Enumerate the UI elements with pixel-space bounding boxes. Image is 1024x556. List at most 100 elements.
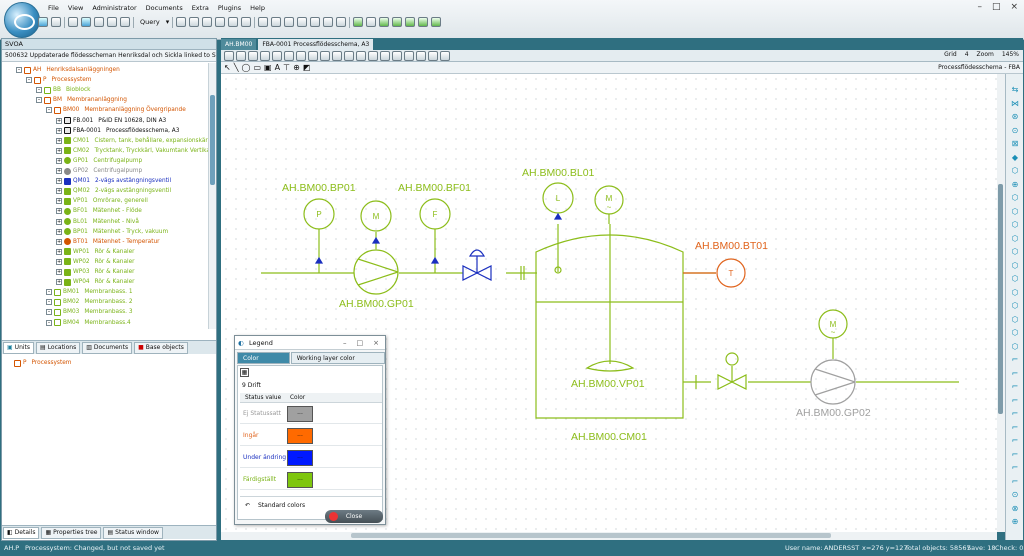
expand-toggle-icon[interactable]: + — [56, 127, 62, 134]
tag-bp01[interactable]: AH.BM00.BP01 — [282, 182, 356, 194]
expand-toggle-icon[interactable]: – — [46, 309, 52, 316]
palette-symbol-icon[interactable]: ⬡ — [1010, 248, 1020, 256]
palette-symbol-icon[interactable]: ⌐ — [1010, 383, 1020, 391]
expand-toggle-icon[interactable]: + — [56, 248, 62, 255]
expand-toggle-icon[interactable]: – — [46, 107, 52, 114]
tree-item[interactable]: + WP03 Rör & Kanaler — [56, 267, 135, 277]
tag-bt01[interactable]: AH.BM00.BT01 — [695, 240, 768, 252]
sync-icon[interactable] — [431, 17, 442, 27]
maximize-dialog-button[interactable]: □ — [357, 336, 364, 350]
canvas-horizontal-scrollbar[interactable] — [221, 532, 997, 540]
app-logo[interactable] — [4, 2, 40, 38]
tree-item[interactable]: – BM04 Membranbass.4 — [46, 318, 131, 328]
back-icon[interactable] — [38, 17, 48, 27]
report-icon[interactable] — [336, 17, 347, 27]
expand-toggle-icon[interactable]: – — [36, 97, 42, 104]
tree-scrollbar[interactable] — [208, 63, 216, 329]
tab-documents[interactable]: ▥ Documents — [82, 342, 133, 354]
menu-plugins[interactable]: Plugins — [218, 4, 241, 14]
table-icon[interactable] — [202, 17, 213, 27]
palette-symbol-icon[interactable]: ⬡ — [1010, 302, 1020, 310]
palette-symbol-icon[interactable]: ⬡ — [1010, 315, 1020, 324]
tree-item[interactable]: + WP02 Rör & Kanaler — [56, 257, 135, 267]
palette-symbol-icon[interactable]: ⌐ — [1010, 369, 1020, 378]
menu-extra[interactable]: Extra — [192, 4, 209, 14]
approve-icon[interactable] — [392, 17, 403, 27]
expand-toggle-icon[interactable]: – — [16, 67, 22, 73]
tree-item[interactable]: – BM Membrananläggning — [36, 95, 127, 105]
tab-flow-diagram[interactable]: FBA-0001 Processflödesschema, A3 — [258, 39, 374, 50]
tab-unit-document[interactable]: AH.BM00 — [221, 39, 257, 50]
split-icon[interactable] — [297, 17, 308, 27]
zoom-in-icon[interactable] — [332, 50, 342, 61]
tree-item[interactable]: + BL01 Mätenhet - Nivå — [56, 217, 139, 227]
zoom-out-icon[interactable] — [344, 50, 354, 61]
star-icon[interactable] — [323, 17, 334, 27]
palette-symbol-icon[interactable]: ⋈ — [1010, 99, 1020, 108]
expand-toggle-icon[interactable]: + — [56, 157, 62, 164]
layer-settings-icon[interactable]: ▦ — [240, 368, 249, 377]
tree-item[interactable]: + BP01 Mätenhet - Tryck, vakuum — [56, 227, 168, 237]
legend-close-button[interactable]: Close — [325, 510, 383, 523]
export-image-icon[interactable] — [416, 50, 426, 61]
palette-symbol-icon[interactable]: ⊕ — [1010, 518, 1020, 526]
color-swatch-button[interactable]: ... — [287, 428, 313, 444]
symbol-tool-icon[interactable]: ⊕ — [293, 63, 300, 72]
color-swatch-button[interactable]: ... — [287, 406, 313, 422]
save-icon[interactable] — [107, 17, 117, 27]
palette-symbol-icon[interactable]: ⬡ — [1010, 221, 1020, 229]
palette-symbol-icon[interactable]: ⬡ — [1010, 194, 1020, 202]
refresh-icon[interactable] — [404, 50, 414, 61]
new-sheet-icon[interactable] — [236, 50, 246, 61]
palette-symbol-icon[interactable]: ⌐ — [1010, 410, 1020, 418]
palette-symbol-icon[interactable]: ⬡ — [1010, 167, 1020, 175]
palette-symbol-icon[interactable]: ⌐ — [1010, 396, 1020, 405]
scrollbar-thumb[interactable] — [998, 184, 1003, 414]
document-icon[interactable] — [94, 17, 104, 27]
query-dropdown[interactable]: Query — [137, 18, 163, 26]
palette-symbol-icon[interactable]: ⌐ — [1010, 464, 1020, 472]
expand-toggle-icon[interactable]: + — [56, 178, 62, 185]
pointer-tool-icon[interactable]: ↖ — [224, 63, 231, 72]
export-icon[interactable] — [405, 17, 416, 27]
tree-item[interactable]: – AH Henriksdalsanläggningen — [16, 65, 120, 75]
menu-file[interactable]: File — [48, 4, 59, 14]
connector-tool-icon[interactable]: ⊤ — [283, 63, 290, 72]
tab-working-layer-color-settings[interactable]: Working layer color settings — [290, 352, 385, 373]
tree-item[interactable]: – BM01 Membranbass. 1 — [46, 287, 133, 297]
rectangle-tool-icon[interactable]: ▭ — [253, 63, 261, 72]
cut-icon[interactable] — [272, 50, 282, 61]
tree-item[interactable]: + WP04 Rör & Kanaler — [56, 277, 135, 287]
zoom-area-icon[interactable] — [368, 50, 378, 61]
palette-symbol-icon[interactable]: ⌐ — [1010, 423, 1020, 432]
palette-symbol-icon[interactable]: ⇆ — [1010, 86, 1020, 94]
palette-symbol-icon[interactable]: ⌐ — [1010, 437, 1020, 445]
pan-icon[interactable] — [380, 50, 390, 61]
tree-item[interactable]: – BM03 Membranbass. 3 — [46, 307, 133, 317]
paste-icon[interactable] — [296, 50, 306, 61]
tab-locations[interactable]: ▤ Locations — [36, 342, 81, 354]
project-selector[interactable]: 500632 Uppdaterade flödesscheman Henriks… — [2, 50, 216, 62]
canvas-vertical-scrollbar[interactable] — [997, 74, 1005, 532]
tree-item[interactable]: – BM00 Membrananläggning Övergripande — [46, 105, 186, 115]
expand-toggle-icon[interactable]: + — [56, 228, 62, 235]
tab-details[interactable]: ◧ Details — [3, 527, 40, 539]
menu-administrator[interactable]: Administrator — [92, 4, 136, 14]
expand-toggle-icon[interactable]: + — [56, 117, 62, 124]
line-tool-icon[interactable]: ╲ — [234, 63, 239, 72]
palette-symbol-icon[interactable]: ⬡ — [1010, 329, 1020, 337]
tree-item[interactable]: – P Processystem — [26, 75, 91, 85]
ellipse-tool-icon[interactable]: ◯ — [242, 63, 251, 72]
import-icon[interactable] — [418, 17, 429, 27]
valve-actuator[interactable] — [725, 352, 739, 366]
list-item[interactable]: P Processystem — [14, 358, 71, 368]
close-dialog-button[interactable]: × — [373, 336, 379, 350]
print-icon[interactable] — [120, 17, 130, 27]
tree-item[interactable]: + BF01 Mätenhet - Flöde — [56, 206, 142, 216]
forward-icon[interactable] — [51, 17, 61, 27]
link-icon[interactable] — [428, 50, 438, 61]
tree-item[interactable]: + WP01 Rör & Kanaler — [56, 247, 135, 257]
image-tool-icon[interactable]: ▣ — [264, 63, 272, 72]
expand-toggle-icon[interactable]: + — [56, 168, 62, 174]
expand-toggle-icon[interactable]: + — [56, 238, 62, 245]
